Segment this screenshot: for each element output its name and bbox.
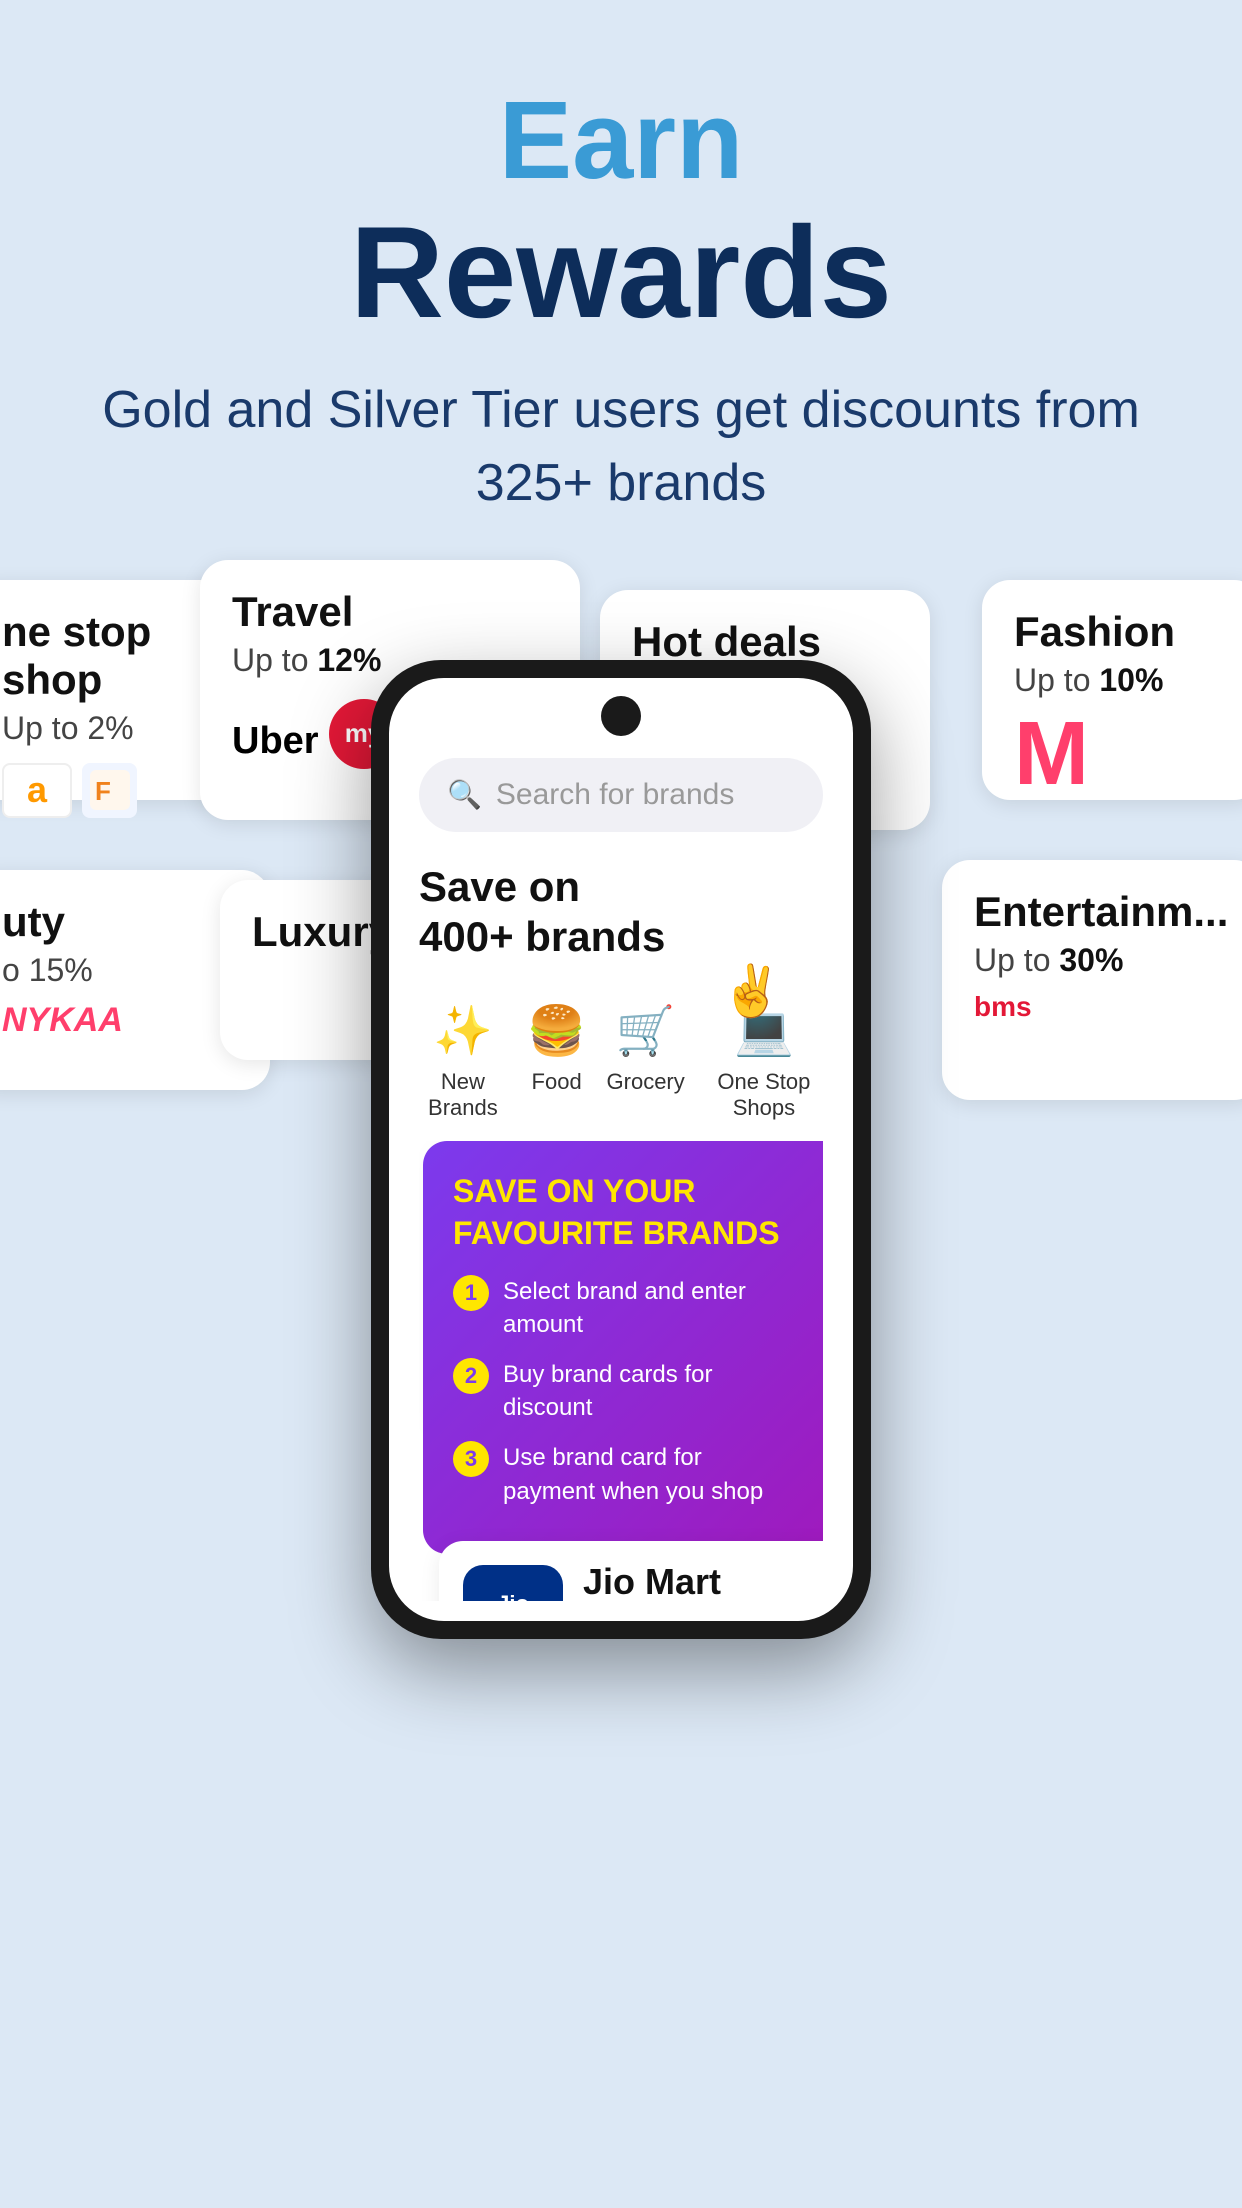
beauty-discount: o 15%: [2, 952, 238, 989]
step-num-1: 1: [453, 1275, 489, 1311]
header-section: Earn Rewards Gold and Silver Tier users …: [0, 0, 1242, 560]
step-text-1: Select brand and enter amount: [503, 1275, 793, 1342]
phone-screen: 🔍 Search for brands Save on400+ brands ✌…: [389, 678, 853, 1622]
phone-mockup: 🔍 Search for brands Save on400+ brands ✌…: [371, 660, 871, 1640]
save-brands-title: SAVE ON YOUR FAVOURITE BRANDS: [453, 1171, 793, 1254]
fashion-title: Fashion: [1014, 608, 1230, 656]
save-section: Save on400+ brands ✌️: [419, 862, 823, 983]
rewards-heading: Rewards: [60, 201, 1182, 344]
search-bar[interactable]: 🔍 Search for brands: [419, 758, 823, 832]
peace-icon: ✌️: [721, 962, 783, 1021]
earn-heading: Earn: [60, 80, 1182, 201]
phone-content: 🔍 Search for brands Save on400+ brands ✌…: [389, 678, 853, 1622]
flipkart-logo: F: [82, 763, 137, 818]
hot-deals-title: Hot deals: [632, 618, 898, 666]
fashion-discount: Up to 10%: [1014, 662, 1230, 699]
step-3: 3 Use brand card for payment when you sh…: [453, 1441, 793, 1508]
myntra-logo: M: [1014, 709, 1230, 799]
grocery-icon: 🛒: [616, 1002, 676, 1059]
search-icon: 🔍: [447, 778, 482, 811]
amazon-logo: a: [2, 763, 72, 818]
jiomart-brand-name: Jio Mart: [583, 1561, 818, 1601]
save-title: Save on400+ brands: [419, 862, 823, 963]
phone-bottom: SUMMER SPLASH Get EXTRA 6% off on Decath…: [419, 1141, 823, 1601]
bookmyshow-logo: bms: [974, 991, 1230, 1023]
category-grocery[interactable]: 🛒 Grocery: [607, 1002, 685, 1121]
jiomart-info: Jio Mart Grocery · New brands 2% OFF: [583, 1561, 818, 1601]
fashion-card[interactable]: Fashion Up to 10% M: [982, 580, 1242, 800]
cat-label-food: Food: [532, 1069, 582, 1095]
svg-text:F: F: [95, 776, 111, 806]
jio-text: Jio: [497, 1591, 529, 1601]
steps-list: 1 Select brand and enter amount 2 Buy br…: [453, 1275, 793, 1509]
header-subtitle: Gold and Silver Tier users get discounts…: [60, 374, 1182, 520]
step-text-3: Use brand card for payment when you shop: [503, 1441, 793, 1508]
phone-notch: [601, 696, 641, 736]
step-num-2: 2: [453, 1358, 489, 1394]
category-new-brands[interactable]: ✨ New Brands: [419, 1002, 507, 1121]
category-food[interactable]: 🍔 Food: [527, 1002, 587, 1121]
step-num-3: 3: [453, 1441, 489, 1477]
step-2: 2 Buy brand cards for discount: [453, 1358, 793, 1425]
cat-label-one-stop: One Stop Shops: [705, 1069, 823, 1121]
travel-title: Travel: [232, 588, 548, 636]
nykaa-logo: NYKAA: [2, 1001, 238, 1040]
cat-label-grocery: Grocery: [607, 1069, 685, 1095]
entertainment-discount: Up to 30%: [974, 942, 1230, 979]
phone-outer: 🔍 Search for brands Save on400+ brands ✌…: [371, 660, 871, 1640]
cat-label-new-brands: New Brands: [419, 1069, 507, 1121]
beauty-title: uty: [2, 898, 238, 946]
entertainment-title: Entertainm...: [974, 888, 1230, 936]
step-1: 1 Select brand and enter amount: [453, 1275, 793, 1342]
search-placeholder: Search for brands: [496, 778, 734, 812]
uber-logo: Uber: [232, 720, 319, 763]
sparkle-icon: ✨: [433, 1002, 493, 1059]
cards-area: ne stop shop Up to 2% a F Travel Up to 1…: [0, 560, 1242, 1240]
jiomart-row[interactable]: Jio Mart Jio Mart Grocery · New brands 2…: [439, 1541, 823, 1601]
save-brands-card: SAVE ON YOUR FAVOURITE BRANDS 1 Select b…: [423, 1141, 823, 1554]
jiomart-logo: Jio Mart: [463, 1565, 563, 1602]
step-text-2: Buy brand cards for discount: [503, 1358, 793, 1425]
food-icon: 🍔: [527, 1002, 587, 1059]
entertainment-card[interactable]: Entertainm... Up to 30% bms: [942, 860, 1242, 1100]
